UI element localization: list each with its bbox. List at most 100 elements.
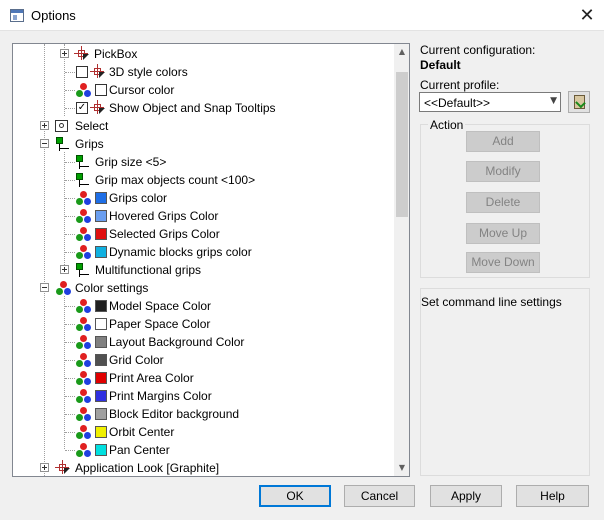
checkbox[interactable] [95, 84, 107, 96]
tree-item-label: Selected Grips Color [109, 227, 220, 241]
description-text: Set command line settings [421, 295, 562, 309]
tree-item-label: Cursor color [109, 83, 175, 97]
grip-icon [75, 262, 91, 278]
current-profile-label: Current profile: [420, 78, 500, 92]
tree-item-print-margins-color[interactable]: Print Margins Color [13, 387, 394, 405]
tree-item-paper-space-color[interactable]: Paper Space Color [13, 315, 394, 333]
expand-icon[interactable] [40, 121, 49, 130]
tree-item-hovered-grips-color[interactable]: Hovered Grips Color [13, 207, 394, 225]
tree-item-label: Hovered Grips Color [109, 209, 219, 223]
tree-item-grid-color[interactable]: Grid Color [13, 351, 394, 369]
color-palette-icon [75, 334, 91, 350]
tree-item-grips[interactable]: Grips [13, 135, 394, 153]
tree-item-application-look[interactable]: Application Look [Graphite] [13, 459, 394, 476]
expand-icon[interactable] [40, 463, 49, 472]
close-icon[interactable]: ✕ [572, 3, 602, 28]
color-swatch [95, 372, 107, 384]
tree-item-multifunctional-grips[interactable]: Multifunctional grips [13, 261, 394, 279]
cursor-icon [74, 46, 90, 62]
color-palette-icon [75, 82, 91, 98]
add-button[interactable]: Add [466, 131, 540, 152]
color-palette-icon [75, 388, 91, 404]
scroll-down-icon[interactable]: ▼ [394, 460, 409, 476]
tree-item-label: Grips [75, 137, 104, 151]
tree-item-grip-size[interactable]: Grip size <5> [13, 153, 394, 171]
tree-item-label: Show Object and Snap Tooltips [109, 101, 276, 115]
move-down-button[interactable]: Move Down [466, 252, 540, 273]
tree-item-label: Grips color [109, 191, 168, 205]
color-swatch [95, 246, 107, 258]
tree-item-layout-background-color[interactable]: Layout Background Color [13, 333, 394, 351]
profile-select[interactable]: <<Default>> ▼ [419, 92, 561, 112]
options-tree[interactable]: PickBox 3D style colors Cursor color ✓ S… [12, 43, 410, 477]
color-palette-icon [75, 208, 91, 224]
tree-content: PickBox 3D style colors Cursor color ✓ S… [13, 44, 394, 476]
color-swatch [95, 210, 107, 222]
collapse-icon[interactable] [40, 139, 49, 148]
tree-item-label: Dynamic blocks grips color [109, 245, 252, 259]
tree-item-grips-color[interactable]: Grips color [13, 189, 394, 207]
tree-item-label: Color settings [75, 281, 149, 295]
tree-item-orbit-center[interactable]: Orbit Center [13, 423, 394, 441]
checkbox[interactable] [76, 66, 88, 78]
color-palette-icon [55, 280, 71, 296]
color-palette-icon [75, 424, 91, 440]
tree-item-label: Paper Space Color [109, 317, 211, 331]
tree-item-label: Orbit Center [109, 425, 175, 439]
expand-icon[interactable] [60, 265, 69, 274]
delete-button[interactable]: Delete [466, 192, 540, 213]
ok-button[interactable]: OK [259, 485, 331, 507]
clipboard-check-icon [574, 95, 585, 109]
color-palette-icon [75, 190, 91, 206]
tree-item-3d-style-colors[interactable]: 3D style colors [13, 63, 394, 81]
tree-item-dynamic-blocks-grips-color[interactable]: Dynamic blocks grips color [13, 243, 394, 261]
tree-scrollbar[interactable]: ▲ ▼ [394, 44, 409, 476]
color-palette-icon [75, 226, 91, 242]
help-button[interactable]: Help [516, 485, 589, 507]
color-swatch [95, 444, 107, 456]
tree-item-grip-max-count[interactable]: Grip max objects count <100> [13, 171, 394, 189]
tree-item-label: Application Look [Graphite] [75, 461, 220, 475]
tree-item-block-editor-background[interactable]: Block Editor background [13, 405, 394, 423]
tree-item-color-settings[interactable]: Color settings [13, 279, 394, 297]
color-swatch [95, 390, 107, 402]
tree-item-label: Grip max objects count <100> [95, 173, 256, 187]
tree-item-pickbox[interactable]: PickBox [13, 45, 394, 63]
apply-button[interactable]: Apply [430, 485, 502, 507]
chevron-down-icon: ▼ [550, 96, 557, 106]
tree-item-label: Multifunctional grips [95, 263, 202, 277]
checkbox-checked[interactable]: ✓ [76, 102, 88, 114]
select-icon [54, 118, 70, 134]
tree-item-model-space-color[interactable]: Model Space Color [13, 297, 394, 315]
color-swatch [95, 192, 107, 204]
color-swatch [95, 318, 107, 330]
color-palette-icon [75, 370, 91, 386]
tree-item-label: Grip size <5> [95, 155, 167, 169]
scroll-up-icon[interactable]: ▲ [394, 44, 409, 60]
tree-item-label: Block Editor background [109, 407, 240, 421]
tree-item-label: Pan Center [109, 443, 170, 457]
color-swatch [95, 336, 107, 348]
profile-manager-button[interactable] [568, 91, 590, 113]
color-palette-icon [75, 244, 91, 260]
color-palette-icon [75, 316, 91, 332]
current-configuration-value: Default [420, 58, 461, 72]
color-swatch [95, 228, 107, 240]
collapse-icon[interactable] [40, 283, 49, 292]
modify-button[interactable]: Modify [466, 161, 540, 182]
tree-item-pan-center[interactable]: Pan Center [13, 441, 394, 459]
color-palette-icon [75, 442, 91, 458]
current-configuration-label: Current configuration: [420, 43, 536, 57]
description-panel [420, 288, 590, 476]
tree-item-show-tooltips[interactable]: ✓ Show Object and Snap Tooltips [13, 99, 394, 117]
tree-item-select[interactable]: Select [13, 117, 394, 135]
scroll-thumb[interactable] [396, 72, 408, 217]
tree-item-selected-grips-color[interactable]: Selected Grips Color [13, 225, 394, 243]
move-up-button[interactable]: Move Up [466, 223, 540, 244]
color-palette-icon [75, 352, 91, 368]
expand-icon[interactable] [60, 49, 69, 58]
tree-item-print-area-color[interactable]: Print Area Color [13, 369, 394, 387]
color-swatch [95, 300, 107, 312]
cancel-button[interactable]: Cancel [344, 485, 415, 507]
tree-item-cursor-color[interactable]: Cursor color [13, 81, 394, 99]
